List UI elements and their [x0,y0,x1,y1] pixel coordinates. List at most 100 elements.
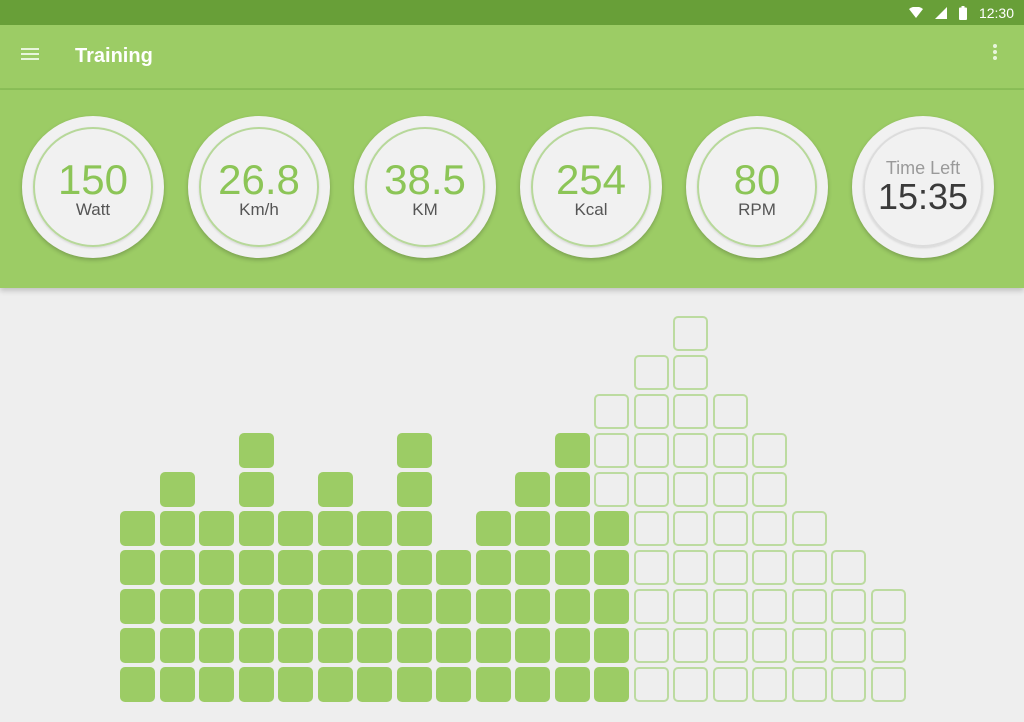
planned-block [752,628,787,663]
completed-block [397,589,432,624]
planned-block [673,472,708,507]
completed-block [318,628,353,663]
planned-block [792,550,827,585]
completed-block [397,472,432,507]
completed-block [199,589,234,624]
completed-block [555,511,590,546]
completed-block [357,589,392,624]
completed-block [318,667,353,702]
planned-block [634,550,669,585]
completed-block [436,667,471,702]
planned-block [792,628,827,663]
completed-block [515,550,550,585]
wifi-icon [908,6,923,19]
planned-block [594,394,629,429]
time-left-gauge: Time Left 15:35 [852,116,994,258]
completed-block [436,628,471,663]
completed-block [318,511,353,546]
completed-block [160,628,195,663]
completed-block [476,628,511,663]
planned-block [634,472,669,507]
planned-block [673,667,708,702]
stat-gauge-power: 150 Watt [22,116,164,258]
training-profile-chart [0,290,1024,722]
stat-gauge-speed: 26.8 Km/h [188,116,330,258]
planned-block [752,511,787,546]
planned-block [871,667,906,702]
stat-value: 26.8 [218,156,300,203]
planned-block [752,667,787,702]
planned-block [634,394,669,429]
time-left-value: 15:35 [877,176,969,217]
stat-gauge-distance: 38.5 KM [354,116,496,258]
completed-block [199,550,234,585]
completed-block [160,511,195,546]
battery-icon [958,5,967,20]
stat-value: 150 [57,156,129,203]
planned-block [673,628,708,663]
completed-block [555,667,590,702]
completed-block [555,472,590,507]
stat-unit: RPM [738,200,776,219]
hamburger-menu-icon [21,47,39,66]
completed-block [397,628,432,663]
planned-block [634,433,669,468]
completed-block [555,433,590,468]
completed-block [515,589,550,624]
completed-block [278,589,313,624]
overflow-menu-button[interactable] [980,39,1010,69]
planned-block [752,550,787,585]
planned-block [831,550,866,585]
planned-block [673,433,708,468]
completed-block [476,667,511,702]
stat-value: 80 [733,156,781,203]
stat-unit: Kcal [574,200,608,219]
completed-block [594,511,629,546]
planned-block [713,589,748,624]
stat-unit: Watt [75,200,111,219]
planned-block [752,472,787,507]
planned-block [673,589,708,624]
planned-block [594,472,629,507]
cell-signal-icon [934,6,947,19]
completed-block [515,667,550,702]
completed-block [436,550,471,585]
planned-block [713,511,748,546]
planned-block [871,589,906,624]
planned-block [634,589,669,624]
planned-block [752,589,787,624]
time-left-label: Time Left [885,158,961,178]
completed-block [357,667,392,702]
stat-gauge-calories: 254 Kcal [520,116,662,258]
planned-block [871,628,906,663]
completed-block [120,589,155,624]
completed-block [199,667,234,702]
planned-block [831,589,866,624]
completed-block [278,628,313,663]
planned-block [634,355,669,390]
completed-block [239,667,274,702]
planned-block [792,667,827,702]
completed-block [318,550,353,585]
completed-block [357,628,392,663]
completed-block [555,589,590,624]
completed-block [239,472,274,507]
completed-block [594,589,629,624]
completed-block [160,667,195,702]
stat-value: 38.5 [384,156,466,203]
planned-block [634,511,669,546]
page-title: Training [75,45,153,67]
completed-block [120,550,155,585]
stat-unit: Km/h [239,200,279,219]
status-time: 12:30 [978,4,1014,21]
completed-block [515,472,550,507]
completed-block [318,472,353,507]
more-vert-icon [993,43,997,65]
planned-block [673,511,708,546]
planned-block [792,589,827,624]
completed-block [515,511,550,546]
completed-block [436,589,471,624]
completed-block [476,550,511,585]
completed-block [160,589,195,624]
menu-button[interactable] [0,29,60,85]
